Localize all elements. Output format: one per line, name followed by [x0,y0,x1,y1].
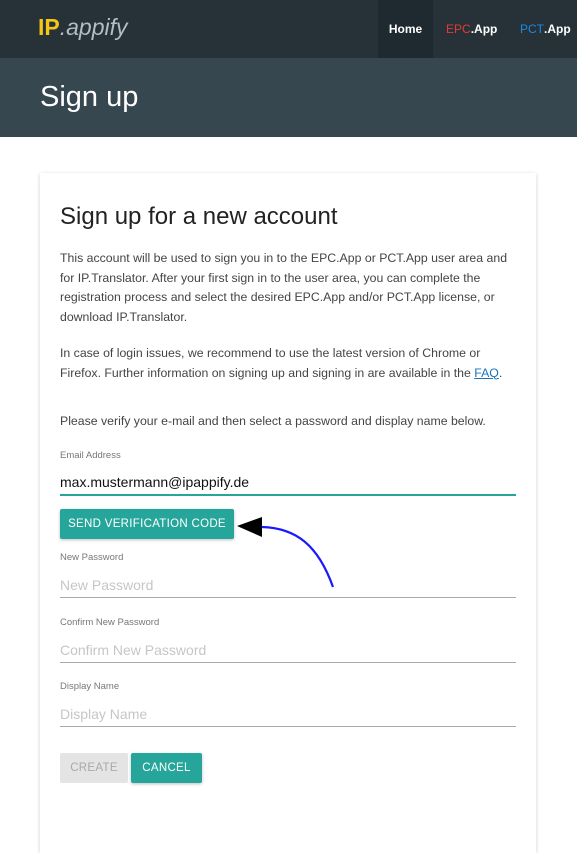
send-verification-code-button[interactable]: SEND VERIFICATION CODE [60,509,234,539]
display-name-label: Display Name [60,681,120,692]
display-name-field[interactable] [60,702,516,727]
new-password-field[interactable] [60,573,516,598]
verify-instructions: Please verify your e-mail and then selec… [60,414,486,428]
email-label: Email Address [60,450,121,461]
confirm-password-label: Confirm New Password [60,617,160,628]
email-field[interactable] [60,470,516,496]
faq-link[interactable]: FAQ [474,366,499,380]
nav-epc-app-link[interactable]: EPC.App [446,0,497,58]
epc-suffix: .App [470,22,498,36]
new-password-label: New Password [60,552,124,563]
intro-paragraph: This account will be used to sign you in… [60,251,508,324]
create-button[interactable]: CREATE [60,753,128,783]
login-issues-text: In case of login issues, we recommend to… [60,346,481,380]
card-title: Sign up for a new account [60,203,338,230]
nav-pct-app-link[interactable]: PCT.App [520,0,571,58]
pct-suffix: .App [544,22,571,36]
pct-prefix: PCT [520,22,544,36]
login-issues-end: . [498,365,503,380]
page-header: Sign up [0,58,577,137]
ipappify-logo[interactable]: IP.appify [38,13,128,41]
signup-card: Sign up for a new account This account w… [40,173,536,853]
top-navbar: IP.appify Home EPC.App PCT.App [0,0,577,58]
cancel-button[interactable]: CANCEL [131,753,202,783]
logo-appify-text: .appify [59,14,128,40]
confirm-password-field[interactable] [60,638,516,663]
logo-ip-text: IP [38,14,60,40]
page-title: Sign up [40,81,139,113]
epc-prefix: EPC [446,22,471,36]
nav-home-link[interactable]: Home [378,0,433,58]
login-issues-paragraph: In case of login issues, we recommend to… [60,344,520,383]
